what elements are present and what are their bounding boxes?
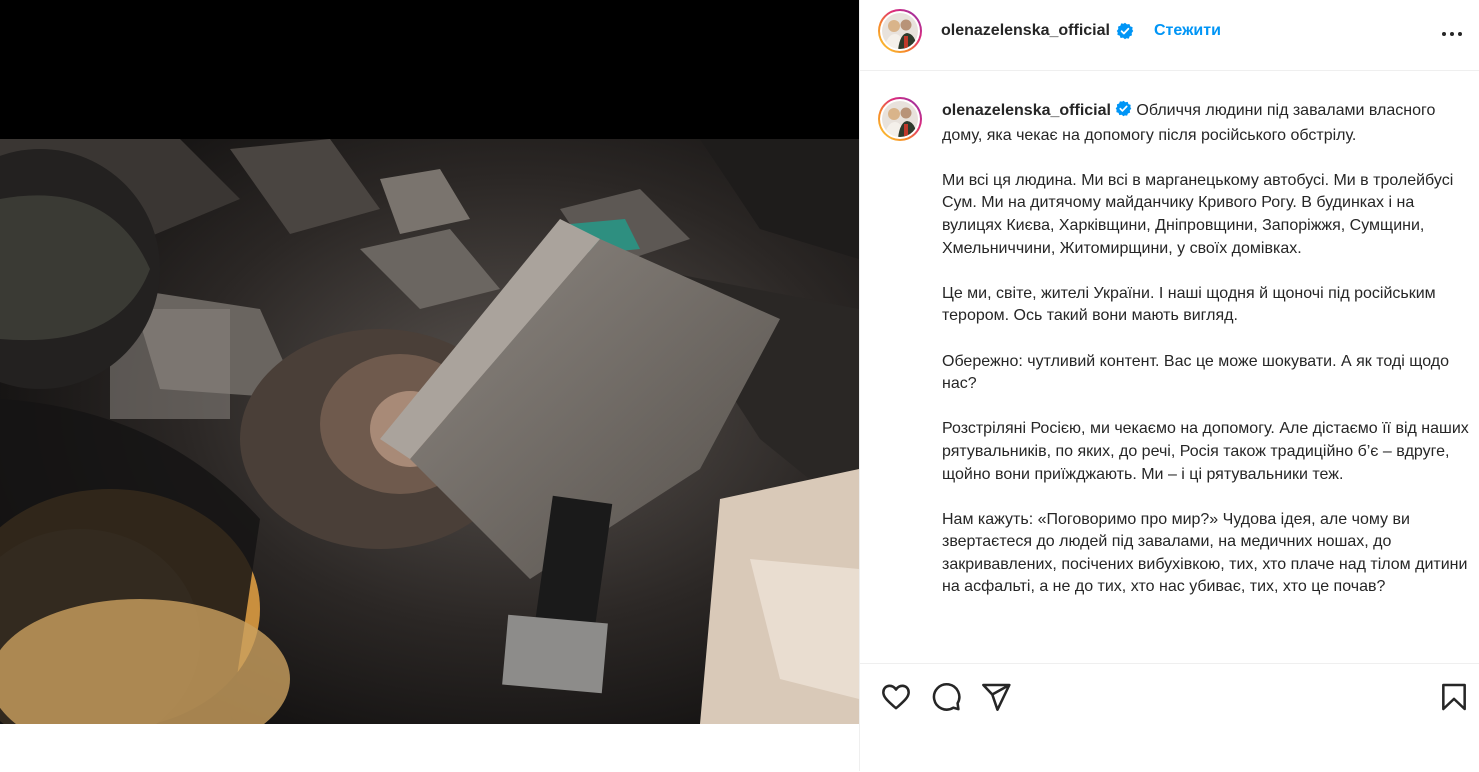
author-username[interactable]: olenazelenska_official [941,22,1110,40]
caption-section: olenazelenska_official Обличчя людини пі… [860,71,1479,663]
more-options-icon[interactable] [1438,22,1466,46]
caption-paragraph: Ми всі ця людина. Ми всі в марганецькому… [942,171,1454,257]
author-avatar[interactable] [878,9,922,53]
heart-icon[interactable] [880,681,912,713]
share-icon[interactable] [980,681,1012,713]
verified-badge-icon [1115,100,1132,125]
post-caption: olenazelenska_official Обличчя людини пі… [942,100,1472,622]
follow-button[interactable]: Стежити [1154,22,1221,40]
caption-username[interactable]: olenazelenska_official [942,102,1111,119]
avatar-photo-icon [882,13,918,49]
post-actions-bar [860,663,1479,772]
post-media[interactable] [0,0,859,724]
caption-paragraph: Нам кажуть: «Поговоримо про мир?» Чудова… [942,510,1468,596]
caption-paragraph: Обережно: чутливий контент. Вас це може … [942,352,1449,393]
page-background [0,724,859,771]
caption-first-paragraph: olenazelenska_official Обличчя людини пі… [942,100,1472,147]
verified-badge-icon [1116,22,1134,45]
comment-icon[interactable] [930,681,962,713]
caption-paragraph: Розстріляні Росією, ми чекаємо на допомо… [942,420,1469,483]
bookmark-icon[interactable] [1438,681,1470,713]
post-photo[interactable] [0,139,859,724]
rubble-photo-illustration [0,139,859,724]
post-side-panel: olenazelenska_official Стежити olenazele… [859,0,1479,771]
avatar-photo-icon [882,101,918,137]
caption-paragraph: Це ми, світе, жителі України. І наші щод… [942,284,1436,325]
caption-author-avatar[interactable] [878,97,922,141]
post-header: olenazelenska_official Стежити [860,0,1479,71]
